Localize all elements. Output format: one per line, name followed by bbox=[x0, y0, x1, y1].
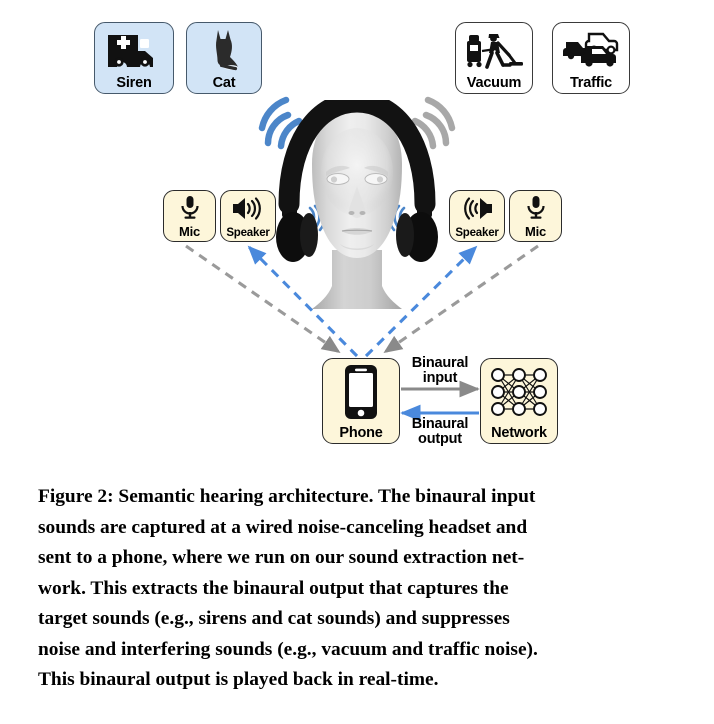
sound-source-vacuum[interactable]: Vacuum bbox=[455, 22, 533, 94]
caption-line: sent to a phone, where we run on our sou… bbox=[38, 547, 525, 568]
cars-icon bbox=[553, 23, 629, 76]
figure-caption: Figure 2: Semantic hearing architecture.… bbox=[38, 482, 678, 696]
caption-line: noise and interfering sounds (e.g., vacu… bbox=[38, 638, 538, 660]
device-phone[interactable]: Phone bbox=[322, 358, 400, 444]
headset-mic-left[interactable]: Mic bbox=[163, 190, 216, 242]
headset-mic-right[interactable]: Mic bbox=[509, 190, 562, 242]
binaural-output-label: Binaural output bbox=[411, 416, 469, 448]
caption-line: work. This extracts the binaural output … bbox=[38, 577, 509, 599]
chip-label: Speaker bbox=[226, 226, 270, 239]
microphone-icon bbox=[164, 191, 215, 225]
caption-line: This binaural output is played back in r… bbox=[38, 669, 439, 690]
speaker-icon bbox=[221, 191, 275, 227]
figure-diagram: Siren Cat Vacuum Traffic Mic Speaker Spe… bbox=[0, 0, 714, 470]
chip-label: Cat bbox=[212, 74, 236, 91]
device-network[interactable]: Network bbox=[480, 358, 558, 444]
sound-source-siren[interactable]: Siren bbox=[94, 22, 174, 94]
chip-label: Speaker bbox=[455, 226, 499, 239]
binaural-input-label: Binaural input bbox=[411, 355, 469, 387]
caption-line: sounds are captured at a wired noise-can… bbox=[38, 516, 528, 538]
chip-label: Siren bbox=[116, 74, 152, 91]
chip-label: Network bbox=[491, 424, 547, 441]
cat-icon bbox=[187, 23, 261, 76]
chip-label: Phone bbox=[339, 424, 383, 441]
headset-speaker-left[interactable]: Speaker bbox=[220, 190, 276, 242]
mannequin-head-illustration bbox=[276, 91, 438, 315]
sound-source-cat[interactable]: Cat bbox=[186, 22, 262, 94]
neural-network-icon bbox=[481, 359, 557, 426]
smartphone-icon bbox=[323, 359, 399, 426]
chip-label: Traffic bbox=[569, 74, 613, 91]
ambulance-icon bbox=[95, 23, 173, 76]
chip-label: Vacuum bbox=[466, 74, 522, 91]
caption-line: Figure 2: Semantic hearing architecture.… bbox=[38, 486, 536, 507]
vacuum-cleaner-icon bbox=[456, 23, 532, 76]
chip-label: Mic bbox=[524, 224, 547, 240]
speaker-icon-mirrored bbox=[450, 191, 504, 227]
chip-label: Mic bbox=[178, 224, 201, 240]
microphone-icon bbox=[510, 191, 561, 225]
sound-source-traffic[interactable]: Traffic bbox=[552, 22, 630, 94]
caption-line: target sounds (e.g., sirens and cat soun… bbox=[38, 608, 510, 629]
headset-speaker-right[interactable]: Speaker bbox=[449, 190, 505, 242]
